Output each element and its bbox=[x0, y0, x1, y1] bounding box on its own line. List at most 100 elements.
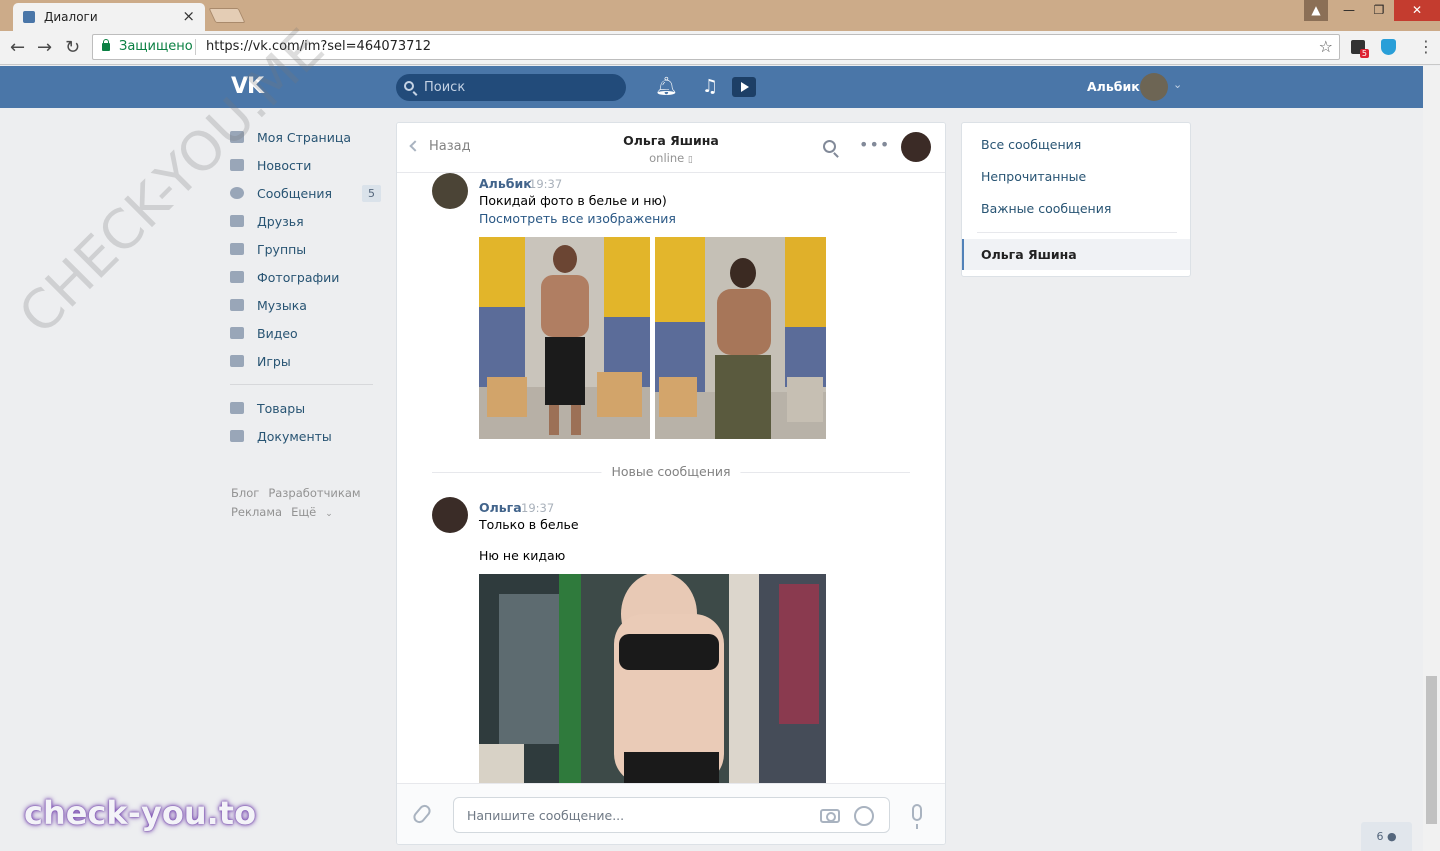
video-icon bbox=[230, 327, 244, 339]
friends-icon bbox=[230, 215, 244, 227]
url-text[interactable]: https://vk.com/im?sel=464073712 bbox=[206, 39, 431, 54]
nav-item-news[interactable]: Новости bbox=[230, 151, 390, 179]
avatar[interactable] bbox=[432, 173, 468, 209]
bell-icon[interactable]: 🔔︎ bbox=[655, 76, 678, 97]
online-friends-counter[interactable]: 6 ● bbox=[1361, 822, 1412, 851]
nav-item-groups[interactable]: Группы bbox=[230, 235, 390, 263]
peer-status-text: online bbox=[649, 151, 685, 165]
search-input[interactable]: Поиск bbox=[396, 74, 626, 101]
footer-link-ads[interactable]: Реклама bbox=[231, 505, 282, 519]
message-time[interactable]: 19:37 bbox=[529, 177, 562, 191]
microphone-icon[interactable] bbox=[912, 804, 922, 829]
vk-logo[interactable]: VK bbox=[231, 74, 264, 99]
vk-header: VK Поиск 🔔︎ ♫ Альбик ⌄ bbox=[0, 66, 1423, 108]
search-icon[interactable] bbox=[823, 140, 836, 153]
chat-header: Назад Ольга Яшина online ▯ ••• bbox=[397, 123, 945, 173]
more-icon[interactable]: ••• bbox=[859, 135, 890, 154]
footer-link-blog[interactable]: Блог bbox=[231, 486, 259, 500]
music-note-icon[interactable]: ♫ bbox=[702, 76, 718, 97]
filter-all-messages[interactable]: Все сообщения bbox=[981, 137, 1081, 152]
view-all-images-link[interactable]: Посмотреть все изображения bbox=[479, 211, 676, 226]
games-icon bbox=[230, 355, 244, 367]
active-dialog-name: Ольга Яшина bbox=[981, 247, 1077, 262]
message-time[interactable]: 19:37 bbox=[521, 501, 554, 515]
message-text: Покидай фото в белье и ню) bbox=[479, 193, 667, 208]
footer-link-more[interactable]: Ещё bbox=[291, 505, 316, 519]
nav-divider bbox=[230, 384, 373, 385]
forward-arrow-icon[interactable]: → bbox=[37, 37, 52, 58]
close-tab-icon[interactable]: × bbox=[182, 7, 195, 25]
emoji-smile-icon[interactable] bbox=[854, 806, 874, 826]
nav-item-messages[interactable]: Сообщения 5 bbox=[230, 179, 390, 207]
search-placeholder: Поиск bbox=[424, 80, 466, 95]
message-input[interactable]: Напишите сообщение... bbox=[453, 797, 890, 833]
camera-icon[interactable] bbox=[820, 809, 840, 823]
chat-panel: Назад Ольга Яшина online ▯ ••• Альбик 19… bbox=[396, 122, 946, 845]
mobile-icon: ▯ bbox=[687, 155, 693, 165]
nav-label: Новости bbox=[257, 157, 312, 173]
photo-attachment[interactable] bbox=[655, 237, 826, 439]
back-arrow-icon[interactable]: ← bbox=[10, 37, 25, 58]
active-dialog-item[interactable]: Ольга Яшина bbox=[962, 239, 1190, 270]
photo-attachment[interactable] bbox=[479, 574, 826, 783]
bookmark-star-icon[interactable]: ☆ bbox=[1319, 37, 1333, 56]
secure-label: Защищено bbox=[119, 39, 193, 54]
browser-menu-icon[interactable]: ⋮ bbox=[1418, 37, 1434, 56]
nav-label: Фотографии bbox=[257, 269, 340, 285]
address-bar[interactable]: Защищено https://vk.com/im?sel=464073712… bbox=[92, 34, 1340, 60]
messages-icon bbox=[230, 187, 244, 199]
dialog-filters-panel: Все сообщения Непрочитанные Важные сообщ… bbox=[961, 122, 1191, 277]
browser-titlebar: Диалоги × ▲ — ❐ ✕ bbox=[0, 0, 1440, 31]
nav-label: Документы bbox=[257, 428, 332, 444]
filters-divider bbox=[977, 232, 1177, 233]
user-avatar[interactable] bbox=[1140, 73, 1168, 101]
reload-icon[interactable]: ↻ bbox=[65, 37, 80, 58]
messages-count-badge: 5 bbox=[362, 185, 381, 202]
photo-attachment[interactable] bbox=[479, 237, 650, 439]
window-controls: ▲ — ❐ ✕ bbox=[1304, 0, 1440, 21]
footer-links: Блог Разработчикам Реклама Ещё ⌄ bbox=[231, 484, 391, 524]
avatar[interactable] bbox=[432, 497, 468, 533]
message-author[interactable]: Альбик bbox=[479, 176, 532, 191]
video-play-icon[interactable] bbox=[732, 77, 756, 97]
person-icon: ● bbox=[1386, 830, 1397, 843]
extension-icon[interactable]: 5 bbox=[1351, 40, 1369, 58]
camera-icon bbox=[230, 271, 244, 283]
restore-button[interactable]: ❐ bbox=[1364, 0, 1394, 21]
filter-important[interactable]: Важные сообщения bbox=[981, 201, 1111, 216]
locker-room-photo-1 bbox=[479, 237, 650, 439]
peer-avatar[interactable] bbox=[901, 132, 931, 162]
nav-item-goods[interactable]: Товары bbox=[230, 394, 390, 422]
watermark-logo: check-you.to bbox=[24, 794, 257, 832]
address-separator bbox=[195, 39, 196, 55]
minimize-button[interactable]: — bbox=[1334, 0, 1364, 21]
scrollbar-thumb[interactable] bbox=[1426, 676, 1437, 824]
filter-unread[interactable]: Непрочитанные bbox=[981, 169, 1086, 184]
new-tab-button[interactable] bbox=[208, 8, 246, 23]
attach-paperclip-icon[interactable] bbox=[410, 802, 434, 826]
shield-extension-icon[interactable] bbox=[1381, 39, 1396, 55]
message-author[interactable]: Ольга bbox=[479, 500, 522, 515]
nav-item-photos[interactable]: Фотографии bbox=[230, 263, 390, 291]
nav-label: Музыка bbox=[257, 297, 307, 313]
close-window-button[interactable]: ✕ bbox=[1394, 0, 1440, 21]
nav-item-documents[interactable]: Документы bbox=[230, 422, 390, 450]
footer-link-developers[interactable]: Разработчикам bbox=[268, 486, 360, 500]
browser-tab[interactable]: Диалоги × bbox=[13, 3, 205, 31]
nav-item-friends[interactable]: Друзья bbox=[230, 207, 390, 235]
nav-item-music[interactable]: Музыка bbox=[230, 291, 390, 319]
nav-item-video[interactable]: Видео bbox=[230, 319, 390, 347]
groups-icon bbox=[230, 243, 244, 255]
locker-room-photo-2 bbox=[655, 237, 826, 439]
message-input-placeholder: Напишите сообщение... bbox=[467, 808, 625, 823]
profile-icon[interactable]: ▲ bbox=[1304, 0, 1328, 21]
chevron-down-icon: ⌄ bbox=[325, 509, 333, 519]
nav-item-my-page[interactable]: Моя Страница bbox=[230, 123, 390, 151]
user-name[interactable]: Альбик bbox=[1087, 79, 1140, 94]
music-icon bbox=[230, 299, 244, 311]
left-navigation: Моя Страница Новости Сообщения 5 Друзья Г… bbox=[230, 123, 390, 450]
message-list[interactable]: Альбик 19:37 Покидай фото в белье и ню) … bbox=[397, 173, 945, 783]
nav-label: Моя Страница bbox=[257, 129, 351, 145]
chevron-down-icon[interactable]: ⌄ bbox=[1173, 78, 1182, 91]
nav-item-games[interactable]: Игры bbox=[230, 347, 390, 375]
